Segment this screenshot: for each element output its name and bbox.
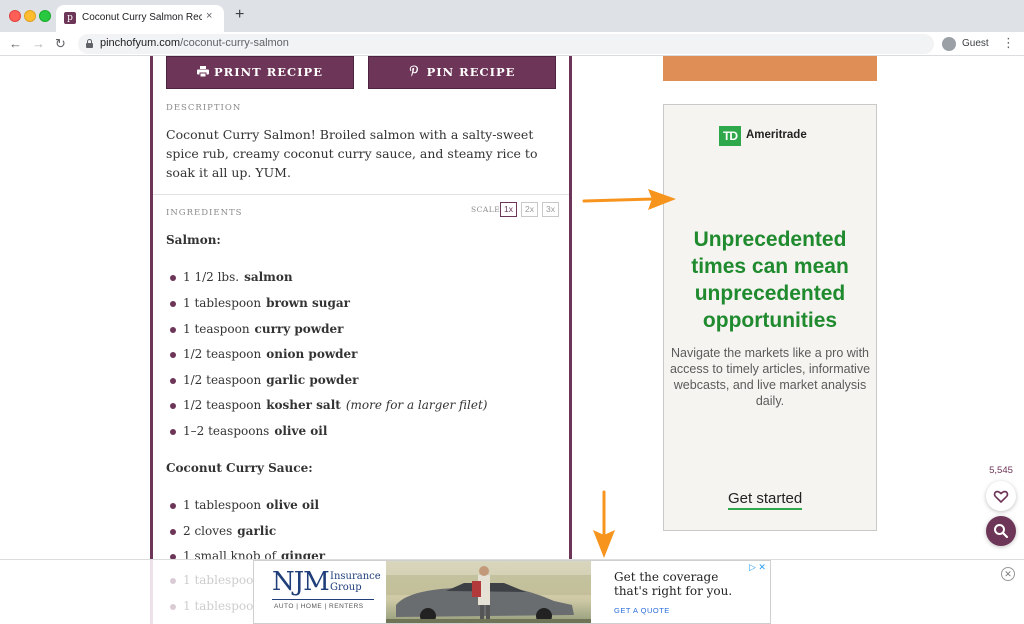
scale-2x-button[interactable]: 2x: [521, 202, 538, 217]
minimize-window-button[interactable]: [24, 10, 36, 22]
ingredient-item: 2 cloves garlic: [166, 523, 566, 541]
bullet-icon: [170, 429, 176, 435]
browser-tab[interactable]: p Coconut Curry Salmon Recipe ×: [56, 5, 224, 32]
reload-icon[interactable]: ↻: [55, 36, 66, 52]
scale-label: SCALE: [471, 205, 501, 214]
ingredient-item: 1/2 teaspoon kosher salt (more for a large…: [166, 397, 566, 415]
njm-insurance-ad[interactable]: NJM Insurance Group AUTO | HOME | RENTERS…: [253, 560, 771, 624]
ingredient-item: 1 tablespoon brown sugar: [166, 295, 566, 313]
bullet-icon: [170, 503, 176, 509]
bullet-icon: [170, 529, 176, 535]
back-arrow-icon[interactable]: ←: [9, 36, 22, 52]
tab-title: Coconut Curry Salmon Recipe: [82, 12, 202, 23]
njm-copy: Get the coverage that's right for you.: [614, 570, 733, 598]
favicon-icon: p: [64, 12, 76, 24]
like-count: 5,545: [989, 465, 1013, 476]
ingredients-label: INGREDIENTS: [166, 208, 243, 218]
browser-menu-icon[interactable]: ⋮: [1002, 35, 1015, 51]
ingredient-item: 1 tablespoon olive oil: [166, 497, 566, 515]
address-bar[interactable]: pinchofyum.com/coconut-curry-salmon: [78, 34, 934, 54]
recipe-description: Coconut Curry Salmon! Broiled salmon wit…: [166, 127, 538, 180]
browser-toolbar: ← → ↻ pinchofyum.com/coconut-curry-salmo…: [0, 32, 1024, 56]
ingredient-group-title: Salmon:: [166, 233, 221, 247]
td-body-text: Navigate the markets like a pro with acc…: [669, 346, 871, 408]
td-logo-icon: TD: [719, 126, 741, 146]
bullet-icon: [170, 327, 176, 333]
close-ad-button[interactable]: ✕: [1001, 567, 1015, 581]
orange-ad-strip[interactable]: [663, 56, 877, 81]
ingredient-item: 1/2 teaspoon garlic powder: [166, 372, 566, 390]
ingredient-item: 1–2 teaspoons olive oil: [166, 423, 566, 441]
search-button[interactable]: [986, 516, 1016, 546]
heart-icon: [993, 490, 1009, 503]
maximize-window-button[interactable]: [39, 10, 51, 22]
lock-icon: [86, 39, 93, 48]
njm-logo: NJM: [272, 567, 330, 597]
profile-button[interactable]: Guest: [940, 34, 994, 54]
td-headline: Unprecedented times can mean unprecedent…: [691, 228, 849, 332]
print-recipe-button[interactable]: PRINT RECIPE: [166, 56, 354, 89]
get-a-quote-link[interactable]: GET A QUOTE: [614, 606, 670, 615]
arrow-down-icon: [593, 490, 615, 558]
njm-subtitle: Insurance Group: [330, 571, 381, 593]
printer-icon: [197, 66, 210, 78]
forward-arrow-icon[interactable]: →: [32, 36, 45, 52]
bullet-icon: [170, 301, 176, 307]
td-get-started-link[interactable]: Get started: [728, 490, 803, 510]
arrow-right-icon: [582, 189, 676, 210]
bullet-icon: [170, 403, 176, 409]
description-label: DESCRIPTION: [166, 103, 242, 113]
ingredient-item: 1 1/2 lbs. salmon: [166, 269, 566, 287]
td-brand-name: Ameritrade: [746, 129, 807, 141]
url-text: pinchofyum.com/coconut-curry-salmon: [100, 37, 289, 49]
njm-divider: [272, 599, 374, 600]
njm-categories: AUTO | HOME | RENTERS: [274, 603, 364, 610]
new-tab-button[interactable]: +: [235, 7, 244, 23]
scale-3x-button[interactable]: 3x: [542, 202, 559, 217]
td-ameritrade-ad[interactable]: TD Ameritrade Unprecedented times can me…: [663, 104, 877, 531]
recipe-card: PRINT RECIPE PIN RECIPE DESCRIPTION Coco…: [150, 56, 572, 560]
profile-name: Guest: [962, 38, 989, 49]
tab-close-icon[interactable]: ×: [206, 10, 212, 22]
section-divider: [153, 194, 569, 195]
ingredient-item: 1 teaspoon curry powder: [166, 321, 566, 339]
guest-avatar-icon: [942, 37, 956, 51]
pinterest-icon: [409, 65, 418, 77]
car-photo-image: [386, 561, 591, 623]
adchoices-icon[interactable]: ▷ ✕: [749, 562, 766, 573]
bullet-icon: [170, 352, 176, 358]
ingredient-item: 1/2 teaspoon onion powder: [166, 346, 566, 364]
favorite-button[interactable]: [986, 481, 1016, 511]
search-icon: [994, 524, 1009, 539]
close-window-button[interactable]: [9, 10, 21, 22]
browser-titlebar: p Coconut Curry Salmon Recipe × +: [0, 0, 1024, 32]
bullet-icon: [170, 378, 176, 384]
bullet-icon: [170, 275, 176, 281]
ingredient-group-title: Coconut Curry Sauce:: [166, 461, 313, 475]
scale-1x-button[interactable]: 1x: [500, 202, 517, 217]
pin-recipe-button[interactable]: PIN RECIPE: [368, 56, 556, 89]
